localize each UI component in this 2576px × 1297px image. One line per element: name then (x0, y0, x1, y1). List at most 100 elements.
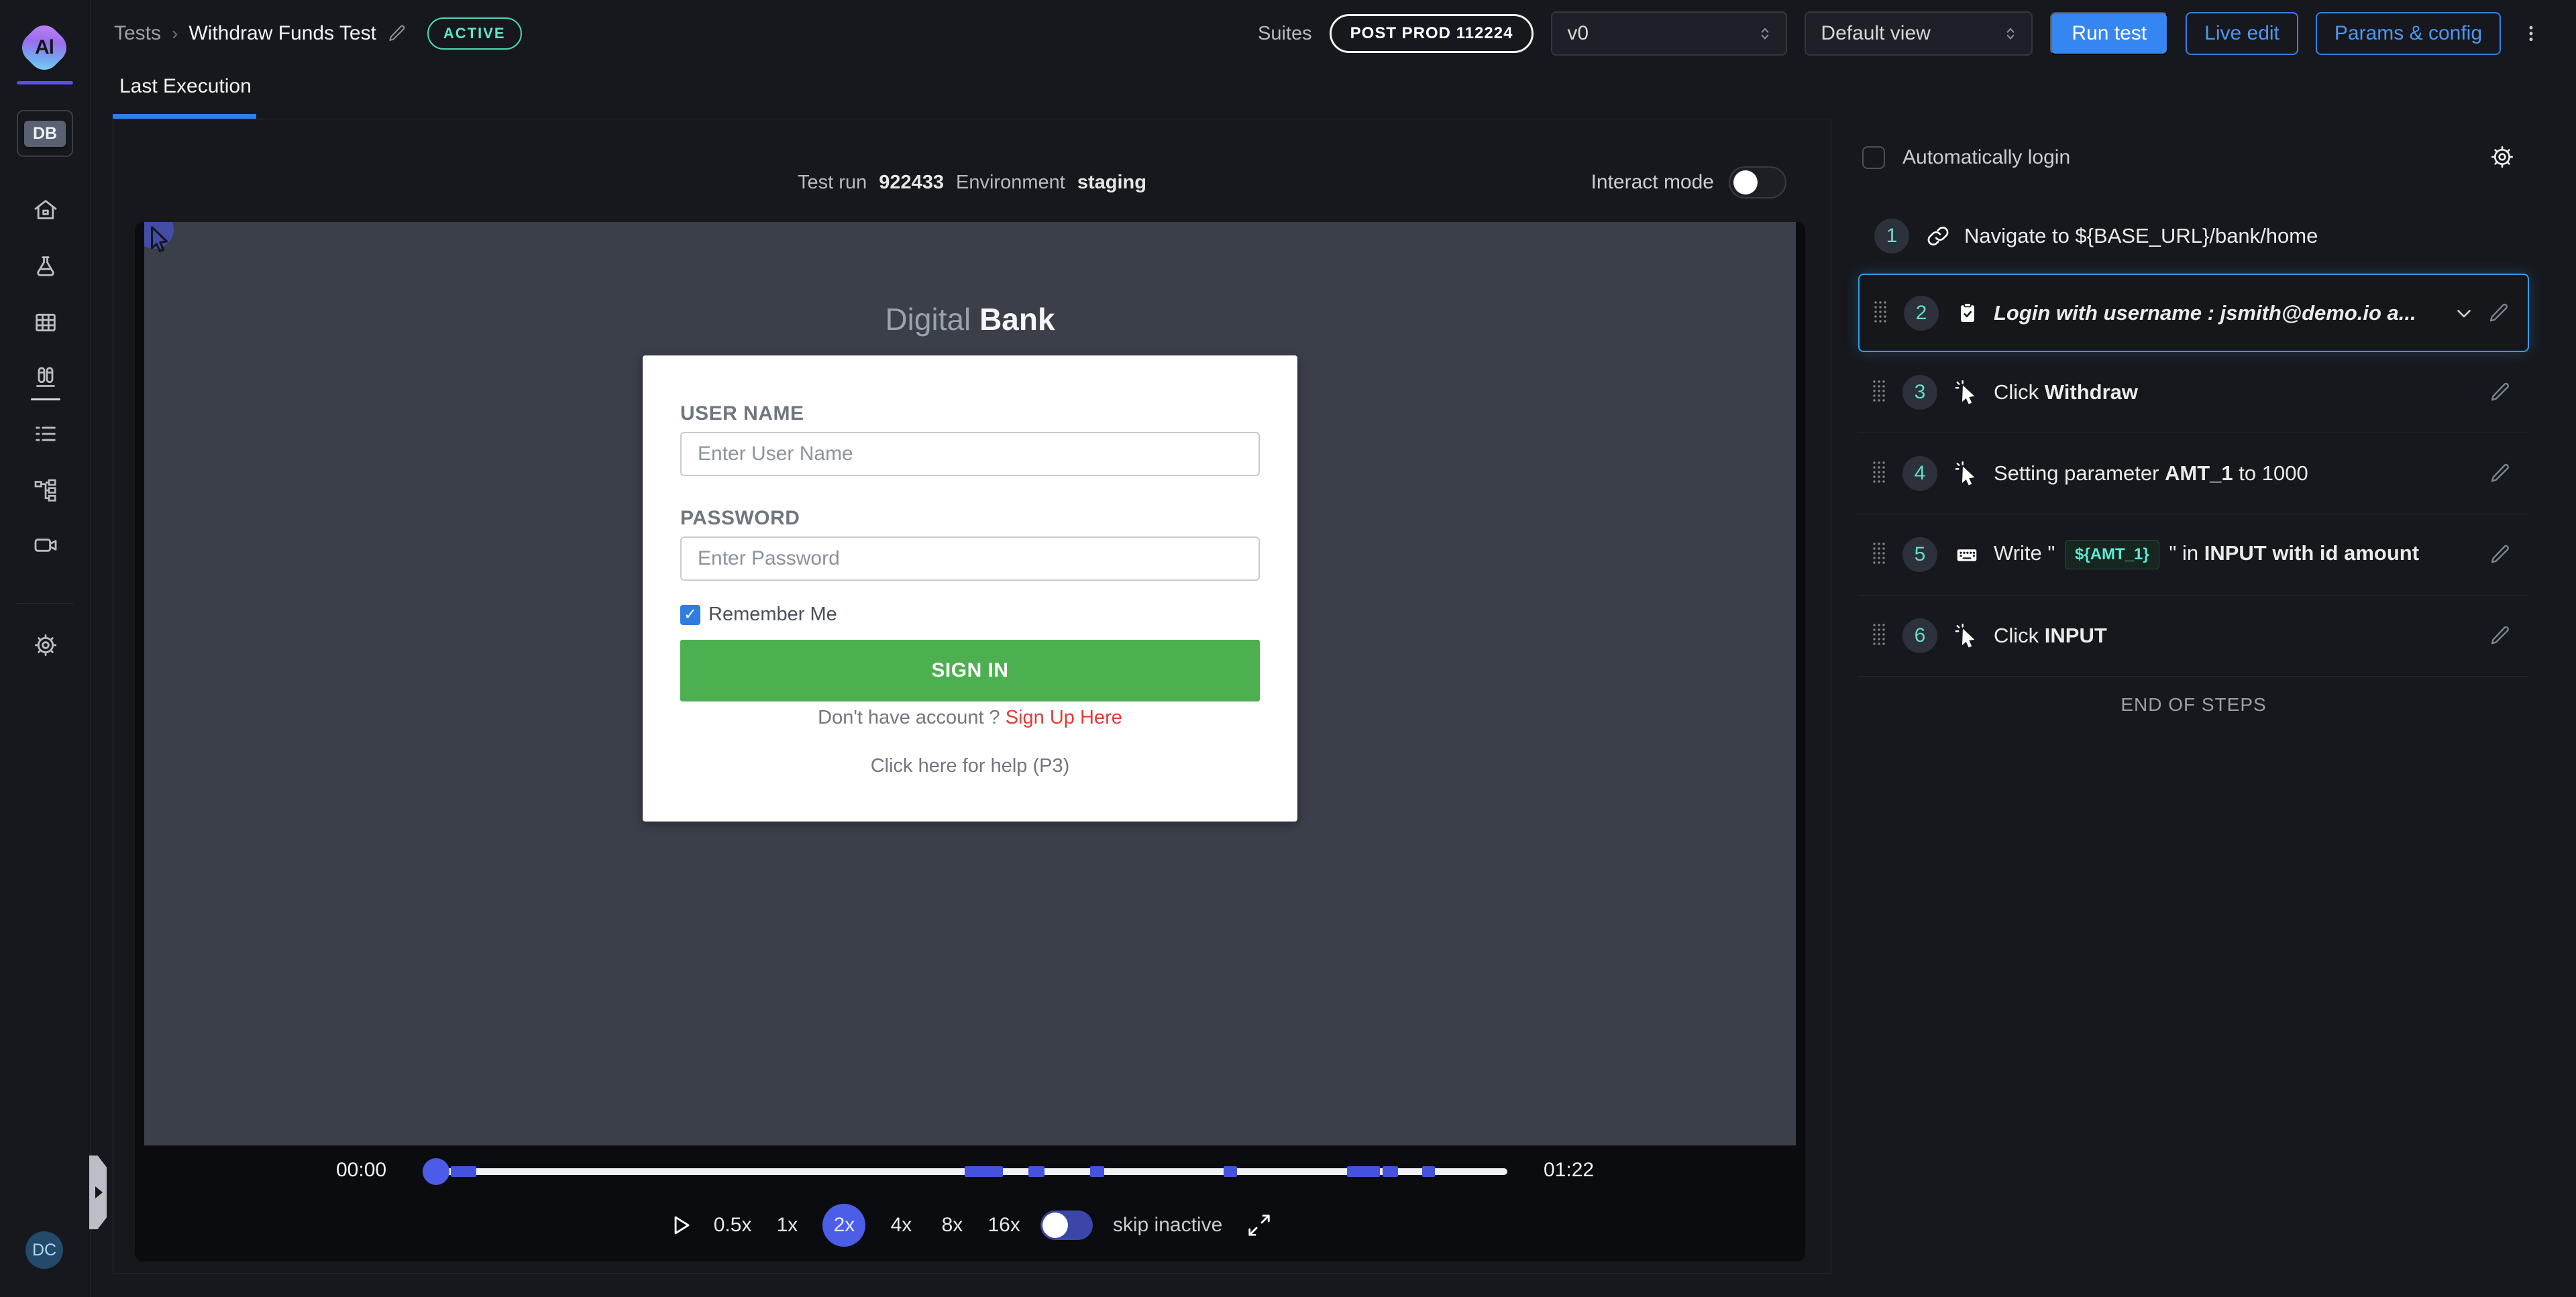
sidebar-item-flows[interactable] (0, 469, 91, 512)
sidebar-expand-handle[interactable] (89, 1155, 107, 1229)
auto-login-checkbox[interactable] (1862, 146, 1885, 169)
edit-step-icon[interactable] (2489, 543, 2512, 566)
vials-icon (32, 364, 59, 391)
version-select[interactable]: v0 (1551, 11, 1787, 56)
play-button[interactable] (668, 1213, 694, 1238)
page-title: Withdraw Funds Test (189, 22, 376, 45)
drag-handle-icon[interactable] (1872, 542, 1886, 567)
step-number-badge: 4 (1902, 456, 1937, 491)
drag-handle-icon[interactable] (1873, 300, 1888, 326)
sign-up-link[interactable]: Sign Up Here (1006, 707, 1122, 728)
step-row-4[interactable]: 4 Setting parameter AMT_1 to 1000 (1858, 433, 2529, 514)
tab-last-execution[interactable]: Last Execution (119, 75, 252, 98)
drag-handle-icon[interactable] (1872, 461, 1886, 486)
flask-icon (32, 253, 59, 280)
expand-triangle-icon (95, 1186, 103, 1198)
edit-step-icon[interactable] (2489, 624, 2512, 647)
workspace-badge: DB (24, 121, 66, 147)
current-time: 00:00 (336, 1159, 386, 1182)
params-config-button[interactable]: Params & config (2316, 12, 2501, 55)
skip-inactive-label: skip inactive (1113, 1214, 1222, 1237)
sign-in-button[interactable]: SIGN IN (680, 640, 1260, 701)
sidebar-item-grid[interactable] (0, 301, 91, 344)
version-select-value: v0 (1567, 22, 1589, 45)
skip-inactive-toggle[interactable] (1040, 1210, 1093, 1240)
step-text-part: to 1000 (2233, 461, 2308, 485)
total-time: 01:22 (1544, 1159, 1594, 1182)
suite-pill[interactable]: POST PROD 112224 (1330, 14, 1534, 53)
step-text: Navigate to ${BASE_URL}/bank/home (1964, 224, 2529, 248)
table-icon (32, 309, 59, 336)
run-test-button[interactable]: Run test (2050, 12, 2168, 55)
timeline-track[interactable] (443, 1168, 1507, 1175)
edit-step-icon[interactable] (2487, 302, 2510, 325)
edit-step-icon[interactable] (2489, 381, 2512, 404)
timeline-segment (965, 1166, 1003, 1177)
timeline: 00:00 01:22 (135, 1158, 1805, 1187)
execution-panel: Test run 922433 Environment staging Inte… (113, 119, 1831, 1274)
speed-option-2x[interactable]: 2x (822, 1204, 865, 1247)
step-text: Setting parameter AMT_1 to 1000 (1994, 461, 2489, 486)
edit-step-icon[interactable] (2489, 462, 2512, 485)
run-id: 922433 (879, 172, 944, 194)
sidebar-item-home[interactable] (0, 188, 91, 231)
edit-title-icon[interactable] (387, 23, 407, 44)
step-text: Write " ${AMT_1} " in INPUT with id amou… (1994, 540, 2489, 569)
speed-option-8x[interactable]: 8x (936, 1214, 967, 1237)
live-edit-button[interactable]: Live edit (2186, 12, 2298, 55)
password-input[interactable] (680, 537, 1260, 581)
gear-icon (32, 632, 59, 659)
username-label: USER NAME (680, 402, 804, 425)
remember-me-checkbox[interactable]: ✓ (680, 605, 700, 625)
step-text: Login with username : jsmith@demo.io a..… (1994, 301, 2453, 325)
step-row-5[interactable]: 5 Write " ${AMT_1} " in INPUT with id amo… (1858, 514, 2529, 596)
speed-option-4x[interactable]: 4x (885, 1214, 916, 1237)
drag-handle-icon[interactable] (1872, 380, 1886, 405)
step-row-2[interactable]: 2 Login with username : jsmith@demo.io a.… (1858, 274, 2529, 352)
playhead[interactable] (423, 1158, 449, 1185)
help-link[interactable]: Click here for help (P3) (680, 755, 1260, 777)
sidebar-item-settings[interactable] (0, 624, 91, 667)
sidebar-item-recordings[interactable] (0, 524, 91, 567)
bank-app-title: Digital Bank (144, 301, 1796, 337)
user-avatar[interactable]: DC (25, 1231, 63, 1269)
suites-label: Suites (1258, 23, 1312, 45)
step-text-part: Withdraw (2045, 380, 2138, 404)
sidebar-item-tests[interactable] (0, 245, 91, 288)
step-row-3[interactable]: 3Click Withdraw (1858, 352, 2529, 433)
kebab-menu-icon[interactable] (2518, 23, 2544, 44)
cursor-icon (1955, 380, 1979, 404)
app-logo[interactable]: Al (21, 25, 67, 70)
step-row-6[interactable]: 6Click INPUT (1858, 596, 2529, 677)
step-text: Click Withdraw (1994, 380, 2489, 404)
tree-icon (32, 477, 59, 504)
steps-list: 1Navigate to ${BASE_URL}/bank/home 2 Login… (1858, 198, 2529, 716)
bank-title-light: Digital (885, 302, 971, 337)
speed-option-16x[interactable]: 16x (987, 1214, 1020, 1237)
timeline-segment (1383, 1166, 1397, 1177)
step-text-part: Click (1994, 624, 2045, 647)
speed-option-1x[interactable]: 1x (771, 1214, 802, 1237)
fullscreen-icon[interactable] (1246, 1213, 1272, 1238)
step-number-badge: 2 (1904, 296, 1939, 331)
sidebar-divider-bottom (17, 603, 73, 604)
list-icon (32, 420, 59, 447)
chevron-down-icon[interactable] (2453, 302, 2475, 325)
drag-handle-icon[interactable] (1872, 623, 1886, 648)
username-input[interactable] (680, 432, 1260, 476)
step-number-badge: 5 (1902, 537, 1937, 572)
timeline-segment (1028, 1166, 1044, 1177)
cursor-icon (1955, 461, 1979, 486)
interact-mode-toggle[interactable] (1729, 166, 1786, 199)
video-frame[interactable]: Digital Bank USER NAME PASSWORD ✓ Rememb… (144, 222, 1796, 1145)
sidebar-item-suites[interactable] (0, 356, 91, 399)
step-row-1[interactable]: 1Navigate to ${BASE_URL}/bank/home (1858, 198, 2529, 274)
workspace-selector[interactable]: DB (17, 110, 73, 157)
view-select[interactable]: Default view (1805, 11, 2033, 56)
breadcrumb-tests[interactable]: Tests (114, 22, 161, 45)
speed-option-0.5x[interactable]: 0.5x (714, 1214, 752, 1237)
steps-settings-gear-icon[interactable] (2489, 144, 2516, 170)
step-text: Click INPUT (1994, 624, 2489, 648)
sidebar-divider-top (17, 81, 73, 84)
sidebar-item-list[interactable] (0, 412, 91, 455)
